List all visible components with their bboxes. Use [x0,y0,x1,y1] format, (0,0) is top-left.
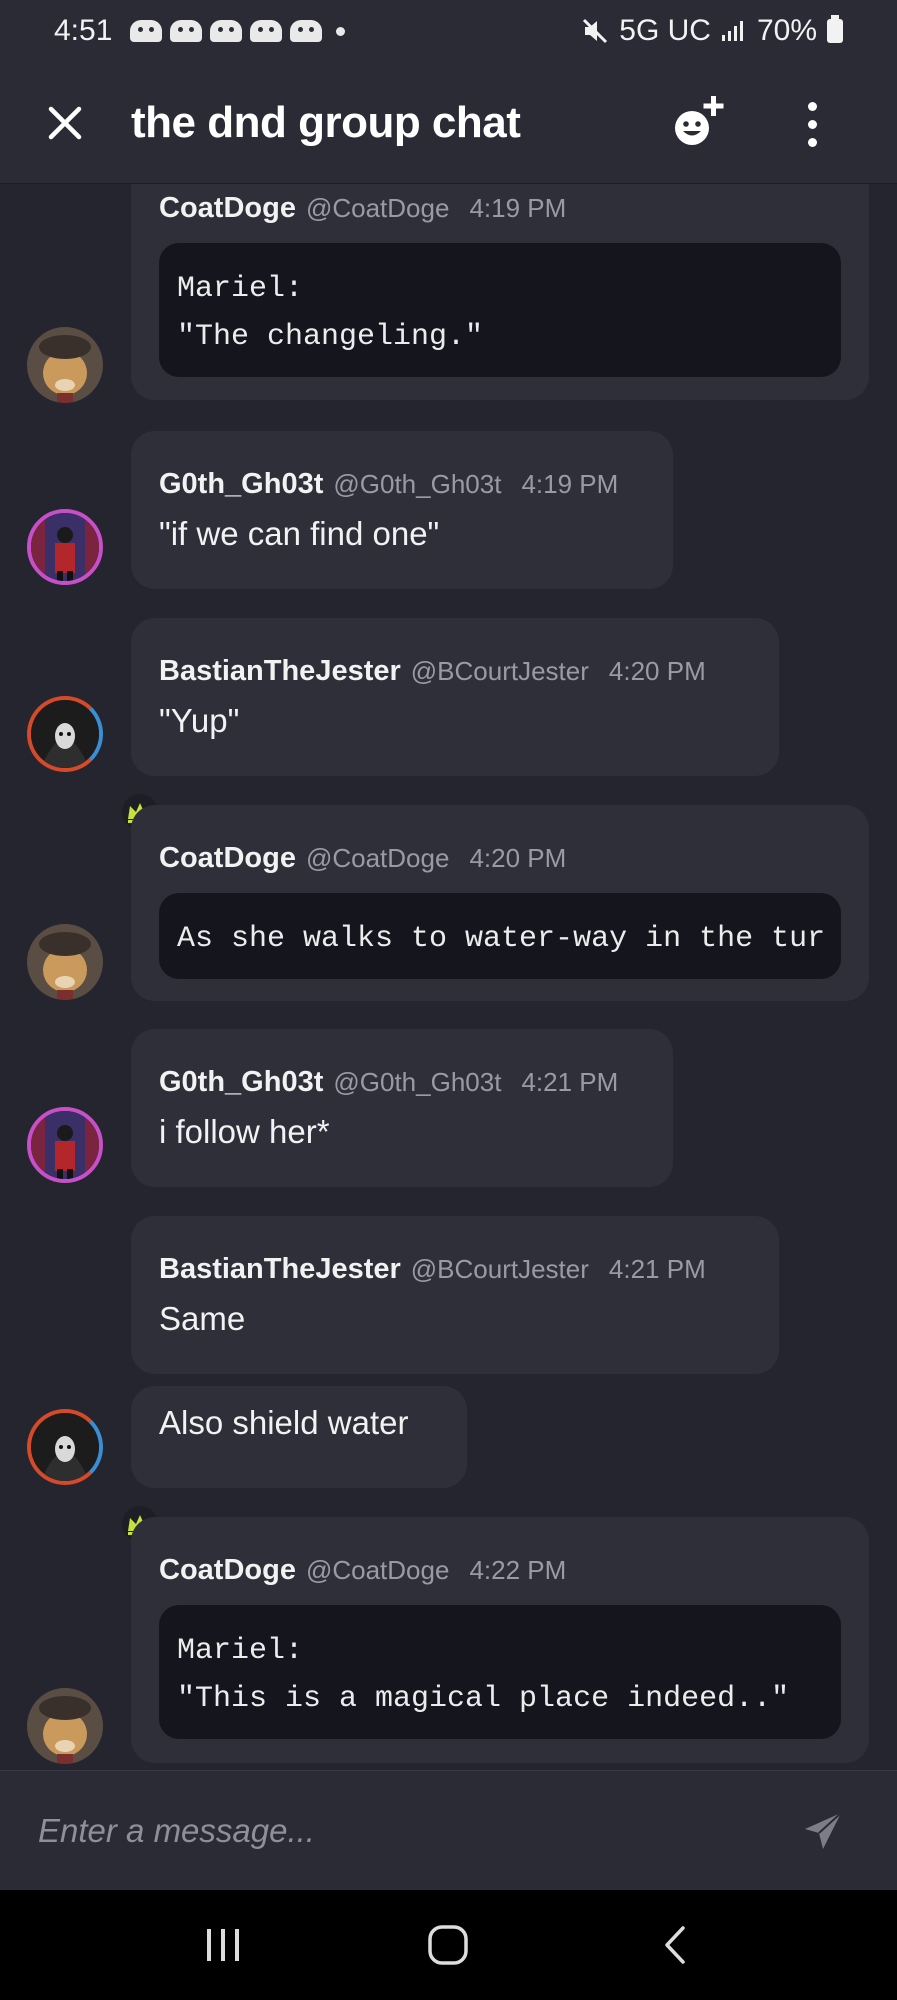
message-bubble[interactable]: BastianTheJester @BCourtJester 4:20 PM "… [131,618,779,776]
gothic-avatar-icon [31,513,99,581]
author-name[interactable]: G0th_Gh03t [159,468,323,501]
home-button[interactable] [408,1905,488,1985]
status-time: 4:51 [54,14,113,47]
message-meta: G0th_Gh03t @G0th_Gh03t 4:21 PM [159,1066,645,1099]
gothic-avatar-icon [31,1111,99,1179]
more-notifications-dot [336,26,346,36]
chat-header: the dnd group chat [0,62,897,184]
message-bubble[interactable]: Also shield water [131,1386,467,1488]
send-button[interactable] [801,1809,845,1853]
message-bubble[interactable]: CoatDoge @CoatDoge 4:20 PM As she walks … [131,805,869,1001]
message-bubble[interactable]: CoatDoge @CoatDoge 4:22 PM Mariel: "This… [131,1517,869,1763]
message-time: 4:19 PM [521,469,619,499]
doge-avatar-icon [27,924,103,1000]
mute-icon [583,18,608,44]
notification-icons [130,20,346,42]
network-label: 5G UC [619,14,711,47]
doge-avatar-icon [27,1688,103,1764]
message-bubble[interactable]: BastianTheJester @BCourtJester 4:21 PM S… [131,1216,779,1374]
message-meta: CoatDoge @CoatDoge 4:20 PM [159,842,841,875]
message-meta: BastianTheJester @BCourtJester 4:20 PM [159,655,751,688]
author-name[interactable]: CoatDoge [159,192,296,225]
message-text: Same [159,1300,246,1337]
author-handle: @CoatDoge [305,843,450,873]
author-name[interactable]: BastianTheJester [159,655,401,688]
jester-avatar-icon [31,1413,99,1481]
recent-apps-icon [206,1929,239,1961]
system-nav-bar [0,1890,897,2000]
author-handle: @G0th_Gh03t [333,469,502,499]
message-time: 4:20 PM [608,656,706,686]
message-composer [0,1770,897,1890]
signal-icon [721,21,743,41]
back-button[interactable] [634,1905,714,1985]
recent-apps-button[interactable] [183,1905,263,1985]
message-input[interactable] [38,1811,758,1850]
message-time: 4:21 PM [608,1254,706,1284]
close-icon [48,106,82,139]
message-text: "if we can find one" [159,515,440,552]
status-bar: 4:51 5G UC 70% [0,0,897,62]
app-notification-icon [170,20,203,42]
code-block: Mariel: "This is a magical place indeed.… [159,1605,841,1739]
message-text: Also shield water [159,1404,409,1441]
author-handle: @BCourtJester [410,656,589,686]
doge-avatar-icon [27,327,103,403]
message-meta: BastianTheJester @BCourtJester 4:21 PM [159,1253,751,1286]
message-text: "Yup" [159,702,240,739]
author-handle: @CoatDoge [305,193,450,223]
avatar-g0th-gh03t[interactable] [27,1107,103,1183]
message-meta: G0th_Gh03t @G0th_Gh03t 4:19 PM [159,468,645,501]
message-time: 4:19 PM [469,193,567,223]
code-block: As she walks to water-way in the tur [159,893,841,979]
add-reaction-button[interactable] [668,90,732,154]
avatar-coatdoge[interactable] [27,924,103,1000]
author-handle: @BCourtJester [410,1254,589,1284]
chat-title: the dnd group chat [131,97,521,147]
avatar-g0th-gh03t[interactable] [27,509,103,585]
app-notification-icon [130,20,163,42]
avatar-coatdoge[interactable] [27,1688,103,1764]
message-time: 4:22 PM [469,1555,567,1585]
avatar-bastian[interactable] [27,1409,103,1485]
back-icon [665,1926,685,1964]
message-time: 4:20 PM [469,843,567,873]
more-options-button[interactable] [790,92,834,156]
message-bubble[interactable]: CoatDoge @CoatDoge 4:19 PM Mariel: "The … [131,184,869,400]
author-name[interactable]: CoatDoge [159,1554,296,1587]
app-notification-icon [210,20,243,42]
battery-icon [827,15,843,43]
app-notification-icon [290,20,323,42]
message-list[interactable]: CoatDoge @CoatDoge 4:19 PM Mariel: "The … [0,184,897,1770]
message-meta: CoatDoge @CoatDoge 4:22 PM [159,1554,841,1587]
battery-percent: 70% [756,14,817,47]
message-meta: CoatDoge @CoatDoge 4:19 PM [159,192,841,225]
author-name[interactable]: CoatDoge [159,842,296,875]
more-vertical-icon [807,101,817,111]
jester-avatar-icon [31,700,99,768]
message-bubble[interactable]: G0th_Gh03t @G0th_Gh03t 4:21 PM i follow … [131,1029,673,1187]
message-text: i follow her* [159,1113,330,1150]
app-notification-icon [250,20,283,42]
author-name[interactable]: G0th_Gh03t [159,1066,323,1099]
avatar-coatdoge[interactable] [27,327,103,403]
close-button[interactable] [33,91,97,155]
add-emoji-icon [675,96,724,145]
author-name[interactable]: BastianTheJester [159,1253,401,1286]
avatar-bastian[interactable] [27,696,103,772]
author-handle: @CoatDoge [305,1555,450,1585]
message-time: 4:21 PM [521,1067,619,1097]
send-icon [805,1812,842,1849]
home-icon [428,1925,469,1965]
message-bubble[interactable]: G0th_Gh03t @G0th_Gh03t 4:19 PM "if we ca… [131,431,673,589]
code-block: Mariel: "The changeling." [159,243,841,377]
author-handle: @G0th_Gh03t [333,1067,502,1097]
